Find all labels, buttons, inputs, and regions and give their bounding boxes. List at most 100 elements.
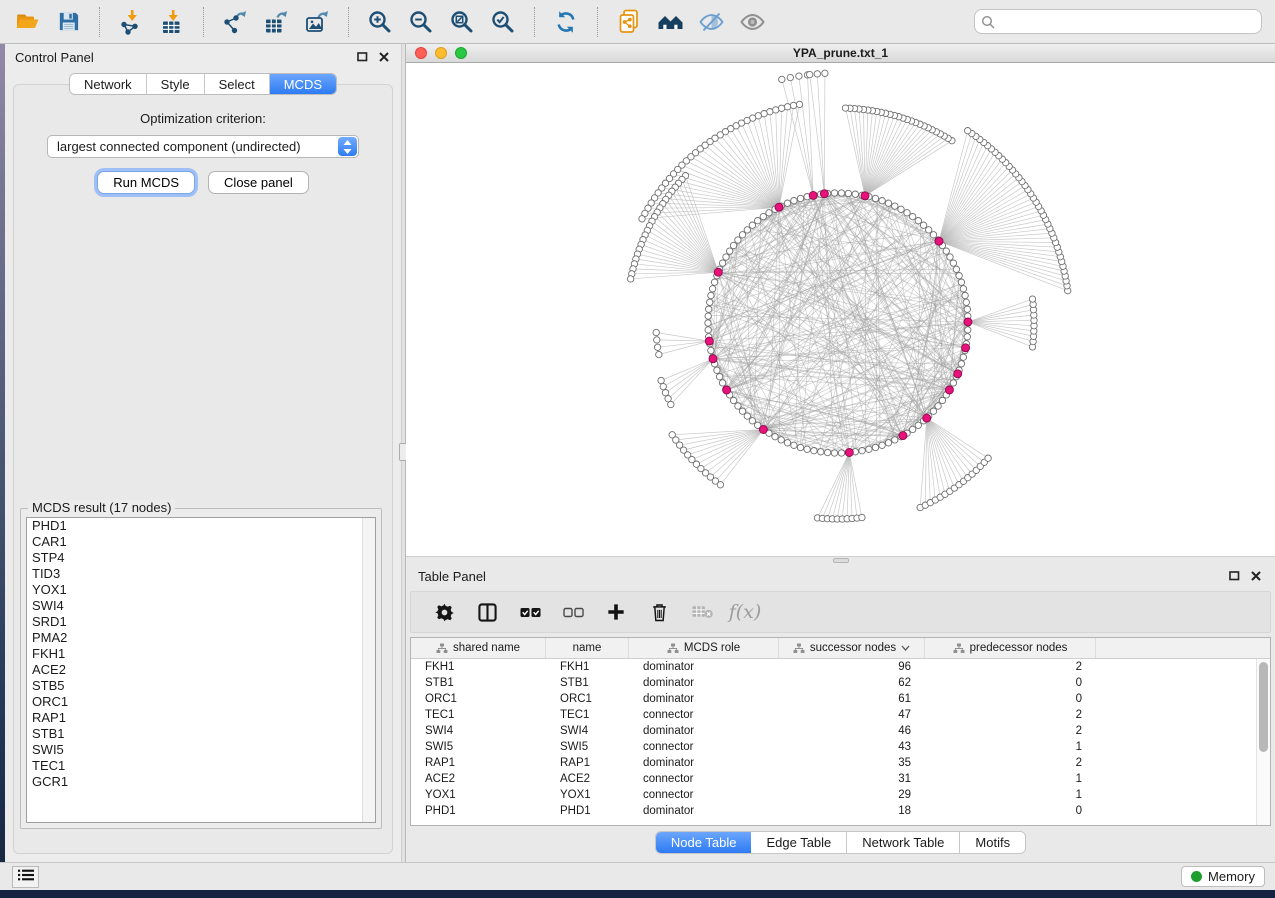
tab-edge-table[interactable]: Edge Table: [751, 832, 847, 853]
deselect-all-button[interactable]: [562, 600, 584, 624]
cell-shared-name: YOX1: [411, 787, 546, 803]
delete-column-button[interactable]: [648, 600, 670, 624]
column-header-predecessor-nodes[interactable]: predecessor nodes: [925, 638, 1096, 658]
tab-style[interactable]: Style: [147, 74, 205, 94]
mcds-result-item[interactable]: PMA2: [27, 630, 375, 646]
mcds-result-item[interactable]: SWI5: [27, 742, 375, 758]
search-box[interactable]: [974, 9, 1262, 34]
tab-select[interactable]: Select: [205, 74, 270, 94]
cell-name: STB1: [546, 675, 629, 691]
sort-menu-icon[interactable]: [901, 645, 910, 651]
tab-mcds[interactable]: MCDS: [270, 74, 336, 94]
float-table-panel-icon[interactable]: [1227, 569, 1241, 583]
mcds-result-item[interactable]: TEC1: [27, 758, 375, 774]
float-panel-icon[interactable]: [355, 50, 369, 64]
cell-predecessor-nodes: 2: [925, 707, 1096, 723]
network-canvas[interactable]: [406, 63, 1275, 556]
export-table-button[interactable]: [257, 5, 295, 39]
mcds-result-item[interactable]: SRD1: [27, 614, 375, 630]
table-scrollbar[interactable]: [1256, 659, 1270, 825]
mcds-result-item[interactable]: FKH1: [27, 646, 375, 662]
mcds-result-item[interactable]: STP4: [27, 550, 375, 566]
table-settings-button[interactable]: [433, 600, 455, 624]
table-settings-icon: [435, 603, 454, 622]
cell-MCDS-role: connector: [629, 739, 779, 755]
table-scrollbar-thumb[interactable]: [1259, 662, 1268, 752]
zoom-selected-button[interactable]: [484, 5, 522, 39]
hide-graphics-details-button[interactable]: [692, 5, 730, 39]
close-table-panel-icon[interactable]: [1249, 569, 1263, 583]
open-file-button[interactable]: [8, 5, 46, 39]
mcds-result-item[interactable]: GCR1: [27, 774, 375, 790]
table-row[interactable]: YOX1YOX1connector291: [411, 787, 1270, 803]
table-row[interactable]: FKH1FKH1dominator962: [411, 659, 1270, 675]
export-network-button[interactable]: [216, 5, 254, 39]
close-panel-button[interactable]: Close panel: [208, 171, 309, 194]
mcds-result-item[interactable]: SWI4: [27, 598, 375, 614]
table-row[interactable]: SWI4SWI4dominator462: [411, 723, 1270, 739]
table-row[interactable]: ORC1ORC1dominator610: [411, 691, 1270, 707]
network-graph[interactable]: [406, 63, 1275, 556]
optimization-criterion-label: Optimization criterion:: [14, 111, 392, 126]
delete-column-icon: [651, 602, 668, 622]
mcds-result-item[interactable]: RAP1: [27, 710, 375, 726]
zoom-out-button[interactable]: [402, 5, 440, 39]
close-panel-icon[interactable]: [377, 50, 391, 64]
criterion-select[interactable]: largest connected component (undirected): [47, 135, 359, 158]
import-table-button[interactable]: [153, 5, 191, 39]
share-document-button[interactable]: [610, 5, 648, 39]
run-mcds-button[interactable]: Run MCDS: [97, 171, 195, 194]
column-header-name[interactable]: name: [546, 638, 629, 658]
mcds-result-item[interactable]: STB1: [27, 726, 375, 742]
column-header-successor-nodes[interactable]: successor nodes: [779, 638, 925, 658]
mcds-result-item[interactable]: YOX1: [27, 582, 375, 598]
cell-name: TEC1: [546, 707, 629, 723]
function-builder-icon: f(x): [729, 601, 762, 623]
save-session-button[interactable]: [49, 5, 87, 39]
column-header-shared-name[interactable]: shared name: [411, 638, 546, 658]
tab-node-table[interactable]: Node Table: [656, 832, 752, 853]
table-header-row: shared namenameMCDS rolesuccessor nodesp…: [411, 638, 1270, 659]
tab-motifs[interactable]: Motifs: [960, 832, 1025, 853]
mcds-result-item[interactable]: TID3: [27, 566, 375, 582]
table-row[interactable]: SWI5SWI5connector431: [411, 739, 1270, 755]
memory-status-icon: [1191, 871, 1202, 882]
tab-network-table[interactable]: Network Table: [847, 832, 960, 853]
memory-button[interactable]: Memory: [1181, 866, 1265, 887]
mcds-result-item[interactable]: ACE2: [27, 662, 375, 678]
network-window-titlebar: YPA_prune.txt_1: [406, 44, 1275, 63]
table-row[interactable]: TEC1TEC1connector472: [411, 707, 1270, 723]
mcds-result-item[interactable]: PHD1: [27, 518, 375, 534]
table-row[interactable]: RAP1RAP1dominator352: [411, 755, 1270, 771]
export-image-button[interactable]: [298, 5, 336, 39]
control-panel-tabs: NetworkStyleSelectMCDS: [69, 73, 337, 95]
tab-network[interactable]: Network: [70, 74, 147, 94]
column-header-MCDS-role[interactable]: MCDS role: [629, 638, 779, 658]
cell-predecessor-nodes: 1: [925, 771, 1096, 787]
search-input[interactable]: [999, 15, 1255, 29]
network-table-divider[interactable]: [406, 556, 1275, 563]
show-graphics-details-button[interactable]: [733, 5, 771, 39]
split-view-button[interactable]: [476, 600, 498, 624]
zoom-in-button[interactable]: [361, 5, 399, 39]
import-network-button[interactable]: [112, 5, 150, 39]
delete-table-icon: [692, 605, 713, 619]
cell-MCDS-role: dominator: [629, 691, 779, 707]
table-row[interactable]: PHD1PHD1dominator180: [411, 803, 1270, 819]
open-samples-button[interactable]: [651, 5, 689, 39]
mcds-result-list[interactable]: PHD1CAR1STP4TID3YOX1SWI4SRD1PMA2FKH1ACE2…: [26, 517, 376, 823]
table-row[interactable]: STB1STB1dominator620: [411, 675, 1270, 691]
select-all-button[interactable]: [519, 600, 541, 624]
share-document-icon: [616, 8, 642, 35]
mcds-result-item[interactable]: ORC1: [27, 694, 375, 710]
task-history-button[interactable]: [12, 866, 39, 888]
zoom-fit-button[interactable]: [443, 5, 481, 39]
cell-MCDS-role: connector: [629, 771, 779, 787]
add-column-button[interactable]: [605, 600, 627, 624]
mcds-list-scrollbar[interactable]: [362, 518, 375, 822]
refresh-view-button[interactable]: [547, 5, 585, 39]
node-table[interactable]: shared namenameMCDS rolesuccessor nodesp…: [410, 637, 1271, 826]
mcds-result-item[interactable]: CAR1: [27, 534, 375, 550]
mcds-result-item[interactable]: STB5: [27, 678, 375, 694]
table-row[interactable]: ACE2ACE2connector311: [411, 771, 1270, 787]
